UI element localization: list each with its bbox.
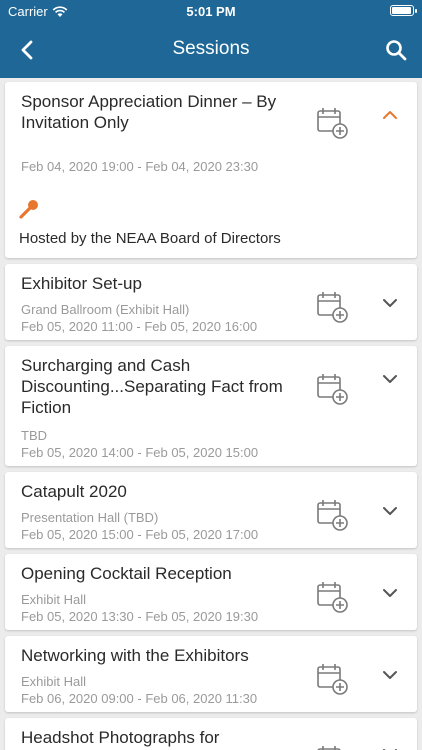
session-location: Grand Ballroom (Exhibit Hall) — [21, 302, 190, 317]
microphone-icon — [19, 200, 38, 219]
session-description: Hosted by the NEAA Board of Directors — [19, 230, 281, 247]
search-icon[interactable] — [384, 38, 408, 62]
status-time: 5:01 PM — [186, 4, 236, 19]
sessions-list[interactable]: Sponsor Appreciation Dinner – By Invitat… — [0, 78, 422, 750]
expand-chevron-icon[interactable] — [379, 500, 401, 522]
session-location: TBD — [21, 428, 47, 443]
session-title: Catapult 2020 — [21, 482, 127, 501]
expand-chevron-icon[interactable] — [379, 742, 401, 750]
expand-chevron-icon[interactable] — [379, 368, 401, 390]
battery-icon — [390, 5, 417, 16]
session-time: Feb 05, 2020 14:00 - Feb 05, 2020 15:00 — [21, 445, 259, 460]
add-to-calendar-icon[interactable] — [315, 498, 349, 532]
session-card[interactable]: Headshot Photographs for — [5, 718, 417, 750]
session-time: Feb 05, 2020 11:00 - Feb 05, 2020 16:00 — [21, 319, 258, 334]
page-title: Sessions — [172, 38, 250, 59]
session-location: Exhibit Hall — [21, 592, 87, 607]
app-header: Carrier 5:01 PM Sessions — [0, 0, 422, 78]
session-card[interactable]: Sponsor Appreciation Dinner – By Invitat… — [5, 82, 417, 258]
status-bar: Carrier 5:01 PM — [0, 0, 422, 22]
session-location: Presentation Hall (TBD) — [21, 510, 159, 525]
add-to-calendar-icon[interactable] — [315, 662, 349, 696]
collapse-chevron-icon[interactable] — [379, 104, 401, 126]
session-title: Networking with the Exhibitors — [21, 646, 249, 665]
session-card[interactable]: Opening Cocktail Reception Exhibit Hall … — [5, 554, 417, 630]
session-title: Sponsor Appreciation Dinner – By Invitat… — [21, 92, 277, 132]
session-time: Feb 05, 2020 13:30 - Feb 05, 2020 19:30 — [21, 609, 259, 624]
session-title: Opening Cocktail Reception — [21, 564, 232, 583]
add-to-calendar-icon[interactable] — [315, 744, 349, 750]
add-to-calendar-icon[interactable] — [315, 580, 349, 614]
add-to-calendar-icon[interactable] — [315, 106, 349, 140]
session-title: Surcharging and Cash Discounting...Separ… — [21, 356, 283, 417]
session-location: Exhibit Hall — [21, 674, 87, 689]
expand-chevron-icon[interactable] — [379, 292, 401, 314]
expand-chevron-icon[interactable] — [379, 582, 401, 604]
session-title: Headshot Photographs for — [21, 728, 220, 747]
add-to-calendar-icon[interactable] — [315, 372, 349, 406]
session-card[interactable]: Catapult 2020 Presentation Hall (TBD) Fe… — [5, 472, 417, 548]
session-card[interactable]: Exhibitor Set-up Grand Ballroom (Exhibit… — [5, 264, 417, 340]
session-card[interactable]: Networking with the Exhibitors Exhibit H… — [5, 636, 417, 712]
expand-chevron-icon[interactable] — [379, 664, 401, 686]
session-title: Exhibitor Set-up — [21, 274, 142, 293]
navigation-bar: Sessions — [0, 28, 422, 72]
session-time: Feb 04, 2020 19:00 - Feb 04, 2020 23:30 — [21, 159, 259, 174]
session-time: Feb 06, 2020 09:00 - Feb 06, 2020 11:30 — [21, 691, 258, 706]
session-time: Feb 05, 2020 15:00 - Feb 05, 2020 17:00 — [21, 527, 259, 542]
session-card[interactable]: Surcharging and Cash Discounting...Separ… — [5, 346, 417, 466]
add-to-calendar-icon[interactable] — [315, 290, 349, 324]
